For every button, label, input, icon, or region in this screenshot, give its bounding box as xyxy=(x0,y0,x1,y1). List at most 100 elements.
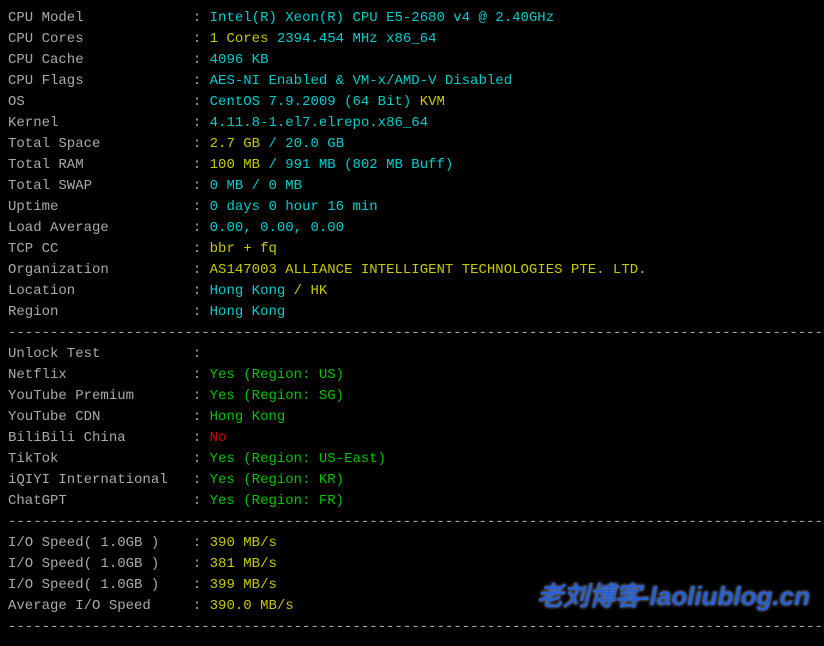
row-label: Organization xyxy=(8,262,193,278)
row-label: OS xyxy=(8,94,193,110)
row-value: 1 Cores xyxy=(210,31,269,47)
row-value: Yes (Region: KR) xyxy=(210,472,344,488)
row-label: I/O Speed( 1.0GB ) xyxy=(8,556,193,572)
row-label: Region xyxy=(8,304,193,320)
row-value: / 20.0 GB xyxy=(260,136,344,152)
row-value: No xyxy=(210,430,227,446)
row-colon: : xyxy=(193,472,210,488)
unlock-header: Unlock Test : xyxy=(8,344,816,365)
row-label: TCP CC xyxy=(8,241,193,257)
row-value: / 991 MB (802 MB Buff) xyxy=(260,157,453,173)
row-label: BiliBili China xyxy=(8,430,193,446)
row-label: Total SWAP xyxy=(8,178,193,194)
row-value: 0 MB / 0 MB xyxy=(210,178,302,194)
row-label: Average I/O Speed xyxy=(8,598,193,614)
row-colon: : xyxy=(193,199,210,215)
row-value: Yes (Region: FR) xyxy=(210,493,344,509)
row-label: CPU Flags xyxy=(8,73,193,89)
row-label: Netflix xyxy=(8,367,193,383)
sysinfo-row: Location : Hong Kong / HK xyxy=(8,281,816,302)
row-colon: : xyxy=(193,493,210,509)
row-colon: : xyxy=(193,556,210,572)
sysinfo-row: CPU Model : Intel(R) Xeon(R) CPU E5-2680… xyxy=(8,8,816,29)
row-value: bbr + fq xyxy=(210,241,277,257)
unlock-row: BiliBili China : No xyxy=(8,428,816,449)
row-value: 381 MB/s xyxy=(210,556,277,572)
row-label: TikTok xyxy=(8,451,193,467)
row-colon: : xyxy=(193,94,210,110)
row-value: 390.0 MB/s xyxy=(210,598,294,614)
row-label: Load Average xyxy=(8,220,193,236)
row-colon: : xyxy=(193,430,210,446)
io-row: Average I/O Speed : 390.0 MB/s xyxy=(8,596,816,617)
row-label: Total Space xyxy=(8,136,193,152)
row-value: AES-NI Enabled & VM-x/AMD-V Disabled xyxy=(210,73,512,89)
row-value: 4.11.8-1.el7.elrepo.x86_64 xyxy=(210,115,428,131)
row-label: Uptime xyxy=(8,199,193,215)
row-colon: : xyxy=(193,10,210,26)
sysinfo-row: CPU Flags : AES-NI Enabled & VM-x/AMD-V … xyxy=(8,71,816,92)
row-value: KVM xyxy=(420,94,445,110)
sysinfo-row: OS : CentOS 7.9.2009 (64 Bit) KVM xyxy=(8,92,816,113)
row-label: Location xyxy=(8,283,193,299)
row-value: Intel(R) Xeon(R) CPU E5-2680 v4 @ 2.40GH… xyxy=(210,10,554,26)
io-speed-section: I/O Speed( 1.0GB ) : 390 MB/sI/O Speed( … xyxy=(8,533,816,617)
row-label: YouTube CDN xyxy=(8,409,193,425)
separator-2: ----------------------------------------… xyxy=(8,512,816,533)
row-colon: : xyxy=(193,451,210,467)
row-value: 4096 KB xyxy=(210,52,269,68)
sysinfo-row: CPU Cores : 1 Cores 2394.454 MHz x86_64 xyxy=(8,29,816,50)
unlock-row: YouTube CDN : Hong Kong xyxy=(8,407,816,428)
separator-1: ----------------------------------------… xyxy=(8,323,816,344)
row-label: Kernel xyxy=(8,115,193,131)
row-label: I/O Speed( 1.0GB ) xyxy=(8,577,193,593)
row-colon: : xyxy=(193,52,210,68)
row-colon: : xyxy=(193,304,210,320)
row-label: iQIYI International xyxy=(8,472,193,488)
row-label: CPU Cache xyxy=(8,52,193,68)
row-colon: : xyxy=(193,178,210,194)
row-colon: : xyxy=(193,262,210,278)
separator-3: ----------------------------------------… xyxy=(8,617,816,638)
row-label: Total RAM xyxy=(8,157,193,173)
io-row: I/O Speed( 1.0GB ) : 399 MB/s xyxy=(8,575,816,596)
row-colon: : xyxy=(193,409,210,425)
row-value: AS147003 ALLIANCE INTELLIGENT TECHNOLOGI… xyxy=(210,262,647,278)
row-label: YouTube Premium xyxy=(8,388,193,404)
sysinfo-row: TCP CC : bbr + fq xyxy=(8,239,816,260)
row-value: / HK xyxy=(294,283,328,299)
row-colon: : xyxy=(193,157,210,173)
row-value: 399 MB/s xyxy=(210,577,277,593)
unlock-row: ChatGPT : Yes (Region: FR) xyxy=(8,491,816,512)
row-label: CPU Model xyxy=(8,10,193,26)
system-info-section: CPU Model : Intel(R) Xeon(R) CPU E5-2680… xyxy=(8,8,816,323)
row-colon: : xyxy=(193,220,210,236)
row-colon: : xyxy=(193,115,210,131)
row-colon: : xyxy=(193,598,210,614)
row-colon: : xyxy=(193,577,210,593)
sysinfo-row: Organization : AS147003 ALLIANCE INTELLI… xyxy=(8,260,816,281)
row-colon: : xyxy=(193,283,210,299)
row-value: Yes (Region: US-East) xyxy=(210,451,386,467)
unlock-row: Netflix : Yes (Region: US) xyxy=(8,365,816,386)
row-colon: : xyxy=(193,31,210,47)
row-value: Yes (Region: SG) xyxy=(210,388,344,404)
unlock-row: TikTok : Yes (Region: US-East) xyxy=(8,449,816,470)
unlock-row: iQIYI International : Yes (Region: KR) xyxy=(8,470,816,491)
row-colon: : xyxy=(193,73,210,89)
row-label: ChatGPT xyxy=(8,493,193,509)
io-row: I/O Speed( 1.0GB ) : 390 MB/s xyxy=(8,533,816,554)
row-label: CPU Cores xyxy=(8,31,193,47)
io-row: I/O Speed( 1.0GB ) : 381 MB/s xyxy=(8,554,816,575)
row-colon: : xyxy=(193,535,210,551)
row-value: Hong Kong xyxy=(210,283,294,299)
sysinfo-row: Total SWAP : 0 MB / 0 MB xyxy=(8,176,816,197)
unlock-test-section: Unlock Test : Netflix : Yes (Region: US)… xyxy=(8,344,816,512)
unlock-row: YouTube Premium : Yes (Region: SG) xyxy=(8,386,816,407)
sysinfo-row: Kernel : 4.11.8-1.el7.elrepo.x86_64 xyxy=(8,113,816,134)
row-value: Hong Kong xyxy=(210,409,286,425)
row-value: 0 days 0 hour 16 min xyxy=(210,199,378,215)
sysinfo-row: CPU Cache : 4096 KB xyxy=(8,50,816,71)
row-value: 0.00, 0.00, 0.00 xyxy=(210,220,344,236)
row-label: Unlock Test xyxy=(8,346,193,362)
